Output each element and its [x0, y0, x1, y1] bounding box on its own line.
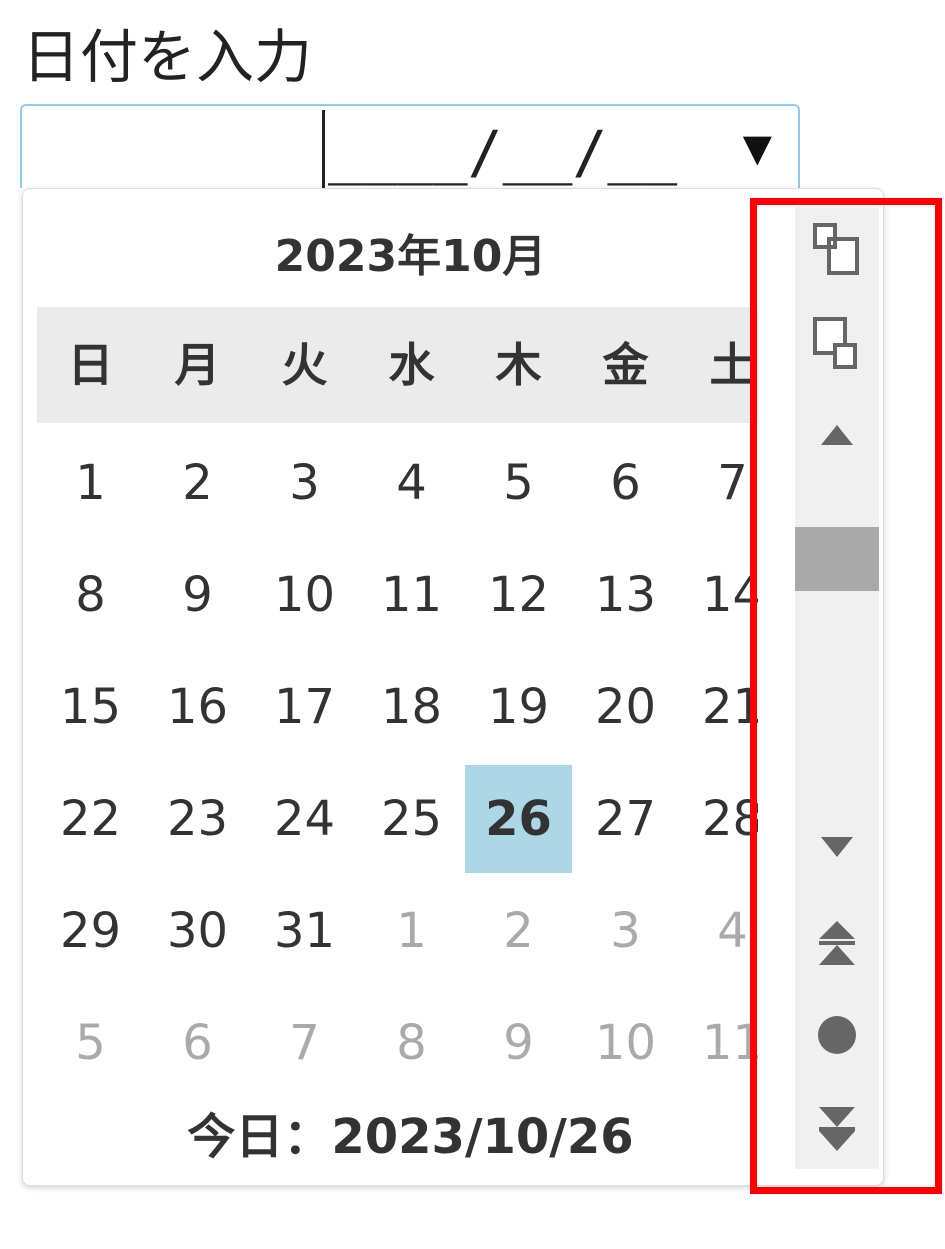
day-cell[interactable]: 6	[144, 989, 251, 1097]
day-cell[interactable]: 11	[679, 989, 758, 1097]
day-cell[interactable]: 17	[251, 653, 358, 761]
day-cell[interactable]: 27	[572, 765, 679, 873]
date-input[interactable]: ____/__/__ ▼	[20, 104, 800, 190]
day-cell[interactable]: 7	[679, 429, 758, 537]
day-cell[interactable]: 10	[572, 989, 679, 1097]
day-cell[interactable]: 3	[251, 429, 358, 537]
day-cell[interactable]: 4	[679, 877, 758, 985]
day-cell[interactable]: 3	[572, 877, 679, 985]
day-cell-selected[interactable]: 26	[465, 765, 572, 873]
day-cell[interactable]: 8	[358, 989, 465, 1097]
day-cell[interactable]: 5	[465, 429, 572, 537]
day-cell[interactable]: 28	[679, 765, 758, 873]
day-cell[interactable]: 11	[358, 541, 465, 649]
day-cell[interactable]: 21	[679, 653, 758, 761]
day-cell[interactable]: 25	[358, 765, 465, 873]
copy-front-icon[interactable]	[795, 221, 879, 281]
arrow-up-icon[interactable]	[795, 421, 879, 451]
weekday-label: 月	[174, 338, 221, 392]
day-cell[interactable]: 1	[37, 429, 144, 537]
day-cell[interactable]: 19	[465, 653, 572, 761]
week-row: 8 9 10 11 12 13 14	[37, 541, 758, 653]
day-cell[interactable]: 1	[358, 877, 465, 985]
day-grid: 1 2 3 4 5 6 7 8 9 10 11 12 13 14 15 16 17 18 19 20 21 22 23 24 2…	[37, 429, 758, 1101]
week-row: 1234567	[37, 429, 758, 541]
day-cell[interactable]: 18	[358, 653, 465, 761]
weekday-label: 金	[602, 338, 649, 392]
day-cell[interactable]: 10	[251, 541, 358, 649]
double-arrow-down-icon[interactable]	[795, 1103, 879, 1153]
day-cell[interactable]: 2	[144, 429, 251, 537]
day-cell[interactable]: 29	[37, 877, 144, 985]
calendar-area: 2023年10月 日月火水木金土 1 2 3 4 5 6 7 8 9 10 11 12 13 14 15 16…	[23, 189, 758, 1185]
day-cell[interactable]: 23	[144, 765, 251, 873]
text-cursor	[322, 110, 325, 190]
day-cell[interactable]: 8	[37, 541, 144, 649]
day-cell[interactable]: 9	[144, 541, 251, 649]
day-cell[interactable]: 20	[572, 653, 679, 761]
double-arrow-up-icon[interactable]	[795, 919, 879, 969]
day-cell[interactable]: 2	[465, 877, 572, 985]
day-cell[interactable]: 9	[465, 989, 572, 1097]
weekday-header: 日月火水木金土	[37, 307, 758, 423]
week-row: 22 23 24 25 26 27 28	[37, 765, 758, 877]
day-cell[interactable]: 6	[572, 429, 679, 537]
field-label: 日付を入力	[22, 23, 313, 91]
day-cell[interactable]: 4	[358, 429, 465, 537]
day-cell[interactable]: 16	[144, 653, 251, 761]
circle-icon[interactable]	[795, 1013, 879, 1057]
day-cell[interactable]: 24	[251, 765, 358, 873]
weekday-label: 日	[67, 338, 114, 392]
copy-back-icon[interactable]	[795, 315, 879, 375]
weekday-label: 土	[709, 338, 756, 392]
side-toolbar	[795, 207, 879, 1169]
week-row: 29 30 31 1 2 3 4	[37, 877, 758, 989]
today-button[interactable]: 今日：2023/10/26	[23, 1101, 758, 1173]
scrollbar-thumb[interactable]	[795, 527, 879, 591]
day-cell[interactable]: 13	[572, 541, 679, 649]
dropdown-arrow-icon[interactable]: ▼	[743, 118, 772, 178]
day-cell[interactable]: 15	[37, 653, 144, 761]
day-cell[interactable]: 12	[465, 541, 572, 649]
day-cell[interactable]: 31	[251, 877, 358, 985]
day-cell[interactable]: 7	[251, 989, 358, 1097]
day-cell[interactable]: 14	[679, 541, 758, 649]
week-row: 15 16 17 18 19 20 21	[37, 653, 758, 765]
month-title: 2023年10月	[274, 231, 547, 282]
week-row: 5 6 7 8 9 10 11	[37, 989, 758, 1101]
arrow-down-icon[interactable]	[795, 831, 879, 861]
page: 日付を入力 ____/__/__ ▼ 2023年10月 日月火水木金土 1234…	[0, 0, 945, 1249]
calendar-popup: 2023年10月 日月火水木金土 1 2 3 4 5 6 7 8 9 10 11 12 13 14 15 16…	[22, 188, 884, 1186]
day-cell[interactable]: 30	[144, 877, 251, 985]
day-cell[interactable]: 22	[37, 765, 144, 873]
date-input-mask: ____/__/__	[328, 118, 678, 186]
day-cell[interactable]: 5	[37, 989, 144, 1097]
weekday-label: 火	[281, 338, 328, 392]
weekday-label: 木	[495, 338, 542, 392]
weekday-label: 水	[388, 338, 435, 392]
